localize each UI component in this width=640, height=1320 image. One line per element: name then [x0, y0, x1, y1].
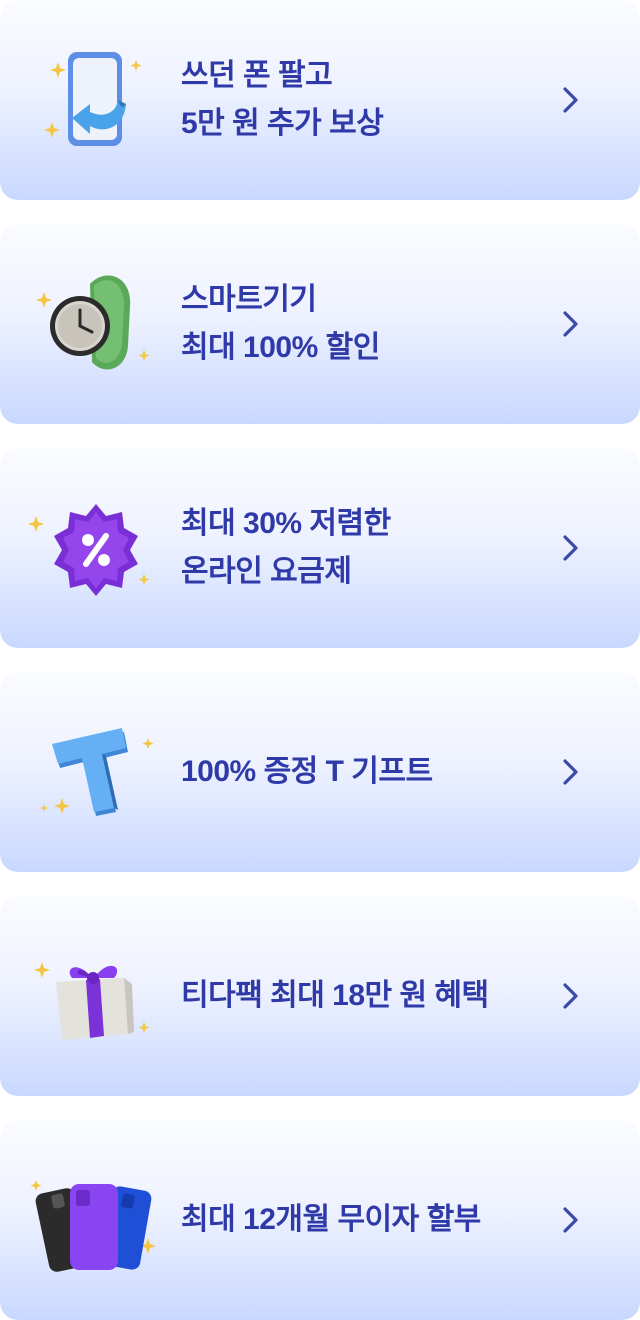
- benefit-title-line-1: 쓰던 폰 팔고: [181, 59, 333, 92]
- benefit-list: 쓰던 폰 팔고 5만 원 추가 보상 스마트기기 최대 100% 할인 최대 3…: [0, 0, 640, 1320]
- benefit-text: 스마트기기 최대 100% 할인: [181, 276, 380, 372]
- percent-badge-icon: [28, 490, 156, 606]
- benefit-card-smart-device[interactable]: 스마트기기 최대 100% 할인: [0, 224, 640, 424]
- benefit-card-online-plan[interactable]: 최대 30% 저렴한 온라인 요금제: [0, 448, 640, 648]
- benefit-title-line-2: 5만 원 추가 보상: [181, 107, 384, 140]
- chevron-right-icon: [560, 981, 582, 1011]
- gift-box-icon: [28, 938, 156, 1054]
- benefit-card-t-gift[interactable]: 100% 증정 T 기프트: [0, 672, 640, 872]
- benefit-text: 최대 12개월 무이자 할부: [181, 1196, 481, 1244]
- t-letter-icon: [28, 714, 156, 830]
- benefit-text: 최대 30% 저렴한 온라인 요금제: [181, 500, 391, 596]
- benefit-title-line-1: 티다팩 최대 18만 원 혜택: [181, 979, 489, 1012]
- benefit-title-line-1: 최대 12개월 무이자 할부: [181, 1203, 481, 1236]
- benefit-text: 티다팩 최대 18만 원 혜택: [181, 972, 489, 1020]
- benefit-title-line-1: 스마트기기: [181, 283, 317, 316]
- benefit-title-line-2: 온라인 요금제: [181, 555, 352, 588]
- benefit-title-line-1: 최대 30% 저렴한: [181, 507, 391, 540]
- benefit-card-tidapack[interactable]: 티다팩 최대 18만 원 혜택: [0, 896, 640, 1096]
- phone-cases-icon: [28, 1162, 156, 1278]
- chevron-right-icon: [560, 85, 582, 115]
- benefit-title-line-1: 100% 증정 T 기프트: [181, 755, 433, 788]
- chevron-right-icon: [560, 1205, 582, 1235]
- phone-trade-in-icon: [28, 42, 156, 158]
- chevron-right-icon: [560, 757, 582, 787]
- chevron-right-icon: [560, 309, 582, 339]
- chevron-right-icon: [560, 533, 582, 563]
- benefit-text: 100% 증정 T 기프트: [181, 748, 433, 796]
- benefit-title-line-2: 최대 100% 할인: [181, 331, 380, 364]
- smartwatch-icon: [28, 266, 156, 382]
- benefit-card-installment[interactable]: 최대 12개월 무이자 할부: [0, 1120, 640, 1320]
- benefit-text: 쓰던 폰 팔고 5만 원 추가 보상: [181, 52, 384, 148]
- benefit-card-trade-in[interactable]: 쓰던 폰 팔고 5만 원 추가 보상: [0, 0, 640, 200]
